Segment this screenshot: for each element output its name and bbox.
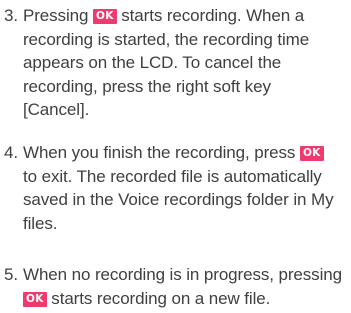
step-text: Pressing bbox=[23, 6, 93, 25]
ok-key-icon: OK bbox=[299, 146, 324, 161]
step-line: appears on the LCD. To cancel the bbox=[23, 53, 282, 73]
step-number: 4. bbox=[4, 143, 18, 162]
step-line: recording, press the right soft key bbox=[23, 76, 271, 96]
ok-key-icon: OK bbox=[92, 9, 117, 24]
step-line: files. bbox=[23, 213, 58, 233]
step-line: Pressing OK starts recording. When a bbox=[23, 4, 304, 28]
step-line: When you finish the recording, press OK bbox=[23, 141, 324, 165]
step-text: starts recording on a new file. bbox=[46, 288, 271, 308]
step-line: OK starts recording on a new file. bbox=[23, 287, 270, 311]
step-text: When you finish the recording, press bbox=[23, 143, 300, 162]
step-line: recording is started, the recording time bbox=[23, 29, 310, 49]
step-number: 3. bbox=[4, 6, 18, 25]
step-line: When no recording is in progress, pressi… bbox=[23, 265, 342, 284]
step-line: to exit. The recorded file is automatica… bbox=[23, 166, 322, 186]
step-text: starts recording. When a bbox=[116, 6, 305, 25]
step-line: saved in the Voice recordings folder in … bbox=[23, 190, 334, 210]
step-number: 5. bbox=[4, 265, 18, 284]
ok-key-icon: OK bbox=[23, 291, 47, 307]
step-line: [Cancel]. bbox=[23, 100, 90, 120]
